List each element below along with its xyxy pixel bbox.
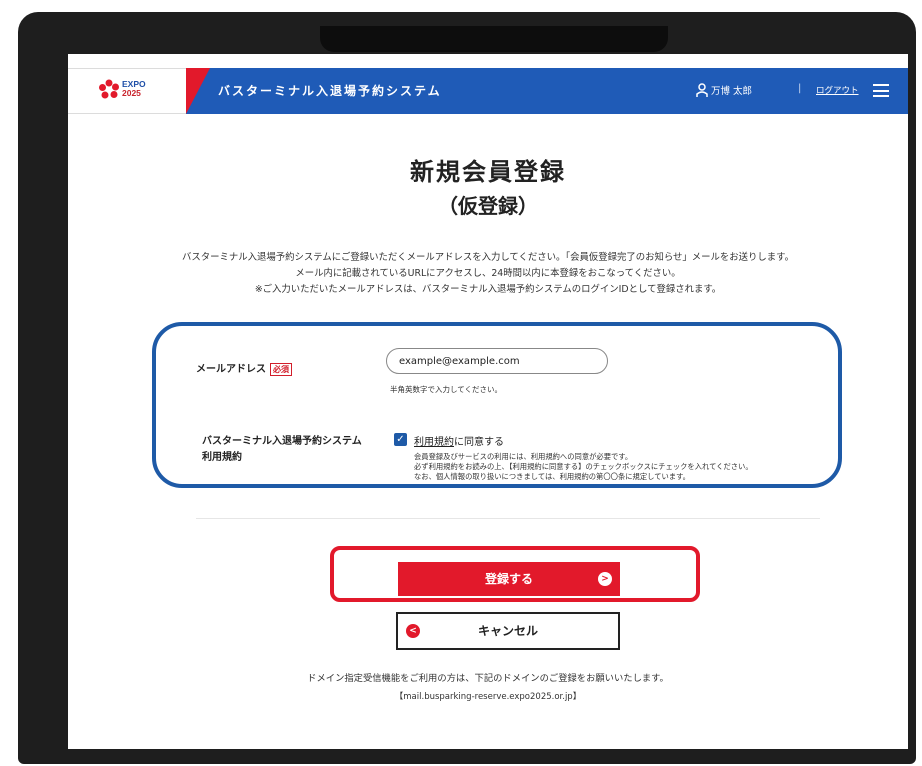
email-input[interactable] — [386, 348, 608, 374]
terms-agree-checkbox[interactable]: ✓ — [394, 433, 407, 446]
header-logo-area: EXPO 2025 — [68, 68, 186, 114]
cancel-button[interactable]: < キャンセル — [396, 612, 620, 650]
terms-notes: 会員登録及びサービスの利用には、利用規約への同意が必要です。 必ず利用規約をお読… — [414, 452, 753, 481]
page-subtitle: （仮登録） — [438, 194, 538, 218]
intro-line: ※ご入力いただいたメールアドレスは、バスターミナル入退場予約システムのログインI… — [254, 284, 722, 295]
system-title: バスターミナル入退場予約システム — [218, 84, 442, 98]
expo-logo-text: EXPO 2025 — [122, 79, 146, 98]
intro-text: バスターミナル入退場予約システムにご登録いただくメールアドレスを入力してください… — [68, 250, 908, 298]
register-button[interactable]: 登録する > — [398, 562, 620, 596]
chevron-right-icon: > — [598, 572, 612, 586]
page-title: 新規会員登録 — [410, 158, 566, 186]
logout-link[interactable]: ログアウト — [816, 84, 859, 96]
site-header: EXPO 2025 バスターミナル入退場予約システム 万博 太郎 | ログアウト — [68, 68, 908, 114]
header-red-accent — [186, 68, 210, 114]
chevron-left-icon: < — [406, 624, 420, 638]
intro-line: メール内に記載されているURLにアクセスし、24時間以内に本登録をおこなってくだ… — [295, 268, 681, 279]
email-label: メールアドレス 必須 — [196, 360, 292, 376]
hamburger-menu-icon[interactable] — [873, 84, 889, 97]
required-badge: 必須 — [270, 362, 292, 376]
domain-note: ドメイン指定受信機能をご利用の方は、下記のドメインのご登録をお願いいたします。 — [307, 673, 669, 684]
expo-logo[interactable]: EXPO 2025 — [98, 77, 178, 107]
user-name: 万博 太郎 — [711, 86, 753, 97]
terms-agree-label: 利用規約に同意する — [414, 437, 504, 448]
screen: EXPO 2025 バスターミナル入退場予約システム 万博 太郎 | ログアウト… — [68, 54, 908, 749]
intro-line: バスターミナル入退場予約システムにご登録いただくメールアドレスを入力してください… — [182, 252, 794, 263]
terms-label: バスターミナル入退場予約システム 利用規約 — [202, 436, 362, 463]
header-separator: | — [798, 83, 802, 94]
tablet-notch — [320, 26, 668, 52]
tablet-frame: EXPO 2025 バスターミナル入退場予約システム 万博 太郎 | ログアウト… — [18, 12, 916, 764]
divider — [196, 518, 820, 519]
expo-logo-icon — [99, 79, 119, 99]
email-hint: 半角英数字で入力してください。 — [390, 385, 503, 394]
domain-name: 【mail.busparking-reserve.expo2025.or.jp】 — [394, 692, 582, 702]
registration-form: メールアドレス必須 半角英数字で入力してください。 バスターミナル入退場予約シス… — [152, 322, 842, 488]
terms-link[interactable]: 利用規約 — [414, 437, 454, 448]
user-icon — [696, 83, 708, 97]
